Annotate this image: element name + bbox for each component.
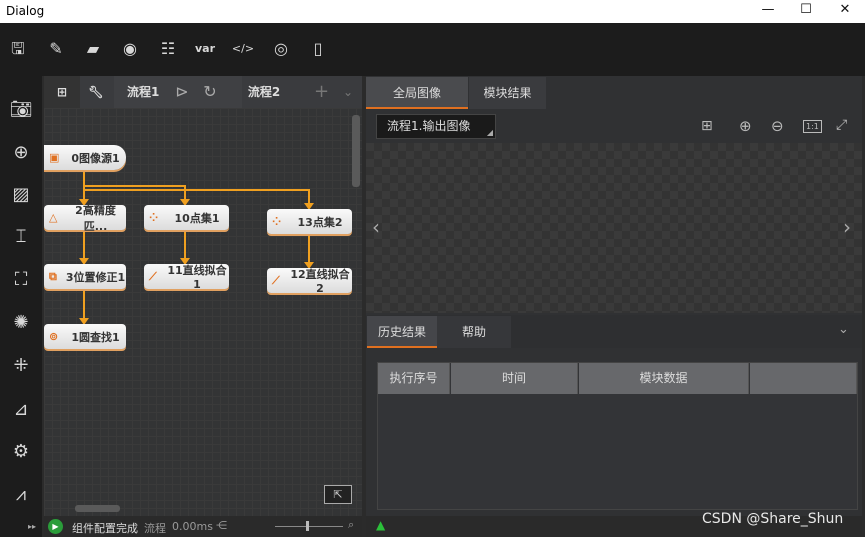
- status-flow-label: 流程: [144, 522, 166, 535]
- warning-icon[interactable]: ▲: [376, 518, 385, 532]
- watermark: CSDN @Share_Shun: [702, 511, 844, 527]
- flow-node-pointset1[interactable]: ⁘ 10点集1: [144, 205, 229, 230]
- flow-node-match[interactable]: △ 2高精度匹...: [44, 204, 126, 233]
- actual-size-button[interactable]: 1:1: [803, 120, 822, 133]
- zoom-in-icon[interactable]: ⊕: [739, 117, 752, 135]
- flow-node-circle-find[interactable]: ⊚ 1圆查找1: [44, 324, 126, 349]
- line-icon: ⟋: [149, 269, 157, 283]
- tab-global-image[interactable]: 全局图像: [366, 77, 468, 109]
- previous-image-chevron-icon[interactable]: ‹: [372, 215, 380, 239]
- log-icon[interactable]: ⋲: [216, 519, 227, 532]
- column-header-exec-no[interactable]: 执行序号: [378, 363, 450, 394]
- zoom-search-icon[interactable]: ⌕: [348, 518, 354, 532]
- flow-node-position-fix[interactable]: ⧉ 3位置修正1: [44, 264, 126, 289]
- zoom-slider-handle[interactable]: [306, 521, 309, 531]
- image-source-value: 流程1.输出图像: [387, 119, 471, 133]
- fit-view-button[interactable]: ⇱: [324, 485, 352, 504]
- pointset-icon: ⁘: [272, 215, 282, 228]
- pointset-icon: ⁘: [149, 211, 159, 224]
- match-icon: △: [49, 211, 58, 224]
- tab-module-result[interactable]: 模块结果: [469, 77, 546, 109]
- circle-search-icon: ⊚: [49, 330, 59, 343]
- zoom-out-icon[interactable]: ⊖: [771, 117, 784, 135]
- flow-vertical-scrollbar[interactable]: [352, 115, 360, 187]
- next-image-chevron-icon[interactable]: ›: [843, 215, 851, 239]
- status-bar: ▶ 组件配置完成 流程 0.00ms ⋲ ⌕: [44, 516, 362, 537]
- column-header-extra[interactable]: [750, 363, 857, 394]
- flow-node-linefit2[interactable]: ⟋ 12直线拟合2: [267, 268, 352, 295]
- flow-horizontal-scrollbar[interactable]: [75, 505, 120, 512]
- position-fix-icon: ⧉: [49, 269, 57, 283]
- zoom-slider[interactable]: [275, 526, 343, 527]
- fit-screen-icon[interactable]: ⤢: [836, 117, 847, 133]
- run-status-icon[interactable]: ▶: [48, 519, 63, 534]
- tab-help[interactable]: 帮助: [437, 316, 511, 348]
- image-icon: ▣: [49, 151, 60, 164]
- collapse-chevron-icon[interactable]: ⌄: [838, 322, 849, 337]
- status-message: 组件配置完成: [72, 522, 138, 535]
- image-viewer[interactable]: [366, 143, 862, 313]
- status-time: 0.00ms: [172, 520, 213, 533]
- dropdown-icon: ◢: [486, 128, 493, 137]
- image-source-select[interactable]: 流程1.输出图像 ◢: [376, 114, 496, 139]
- tab-history-results[interactable]: 历史结果: [367, 316, 437, 348]
- image-status-bar: ▲ CSDN @Share_Shun: [366, 511, 862, 537]
- column-header-time[interactable]: 时间: [451, 363, 578, 394]
- flow-node-linefit1[interactable]: ⟋ 11直线拟合1: [144, 264, 229, 291]
- line-icon: ⟋: [272, 273, 280, 287]
- grid-toggle-icon[interactable]: ⊞: [701, 118, 713, 134]
- flow-node-image-source[interactable]: ▣ 0图像源1: [44, 145, 126, 170]
- flow-node-pointset2[interactable]: ⁘ 13点集2: [267, 209, 352, 234]
- column-header-module-data[interactable]: 模块数据: [579, 363, 749, 394]
